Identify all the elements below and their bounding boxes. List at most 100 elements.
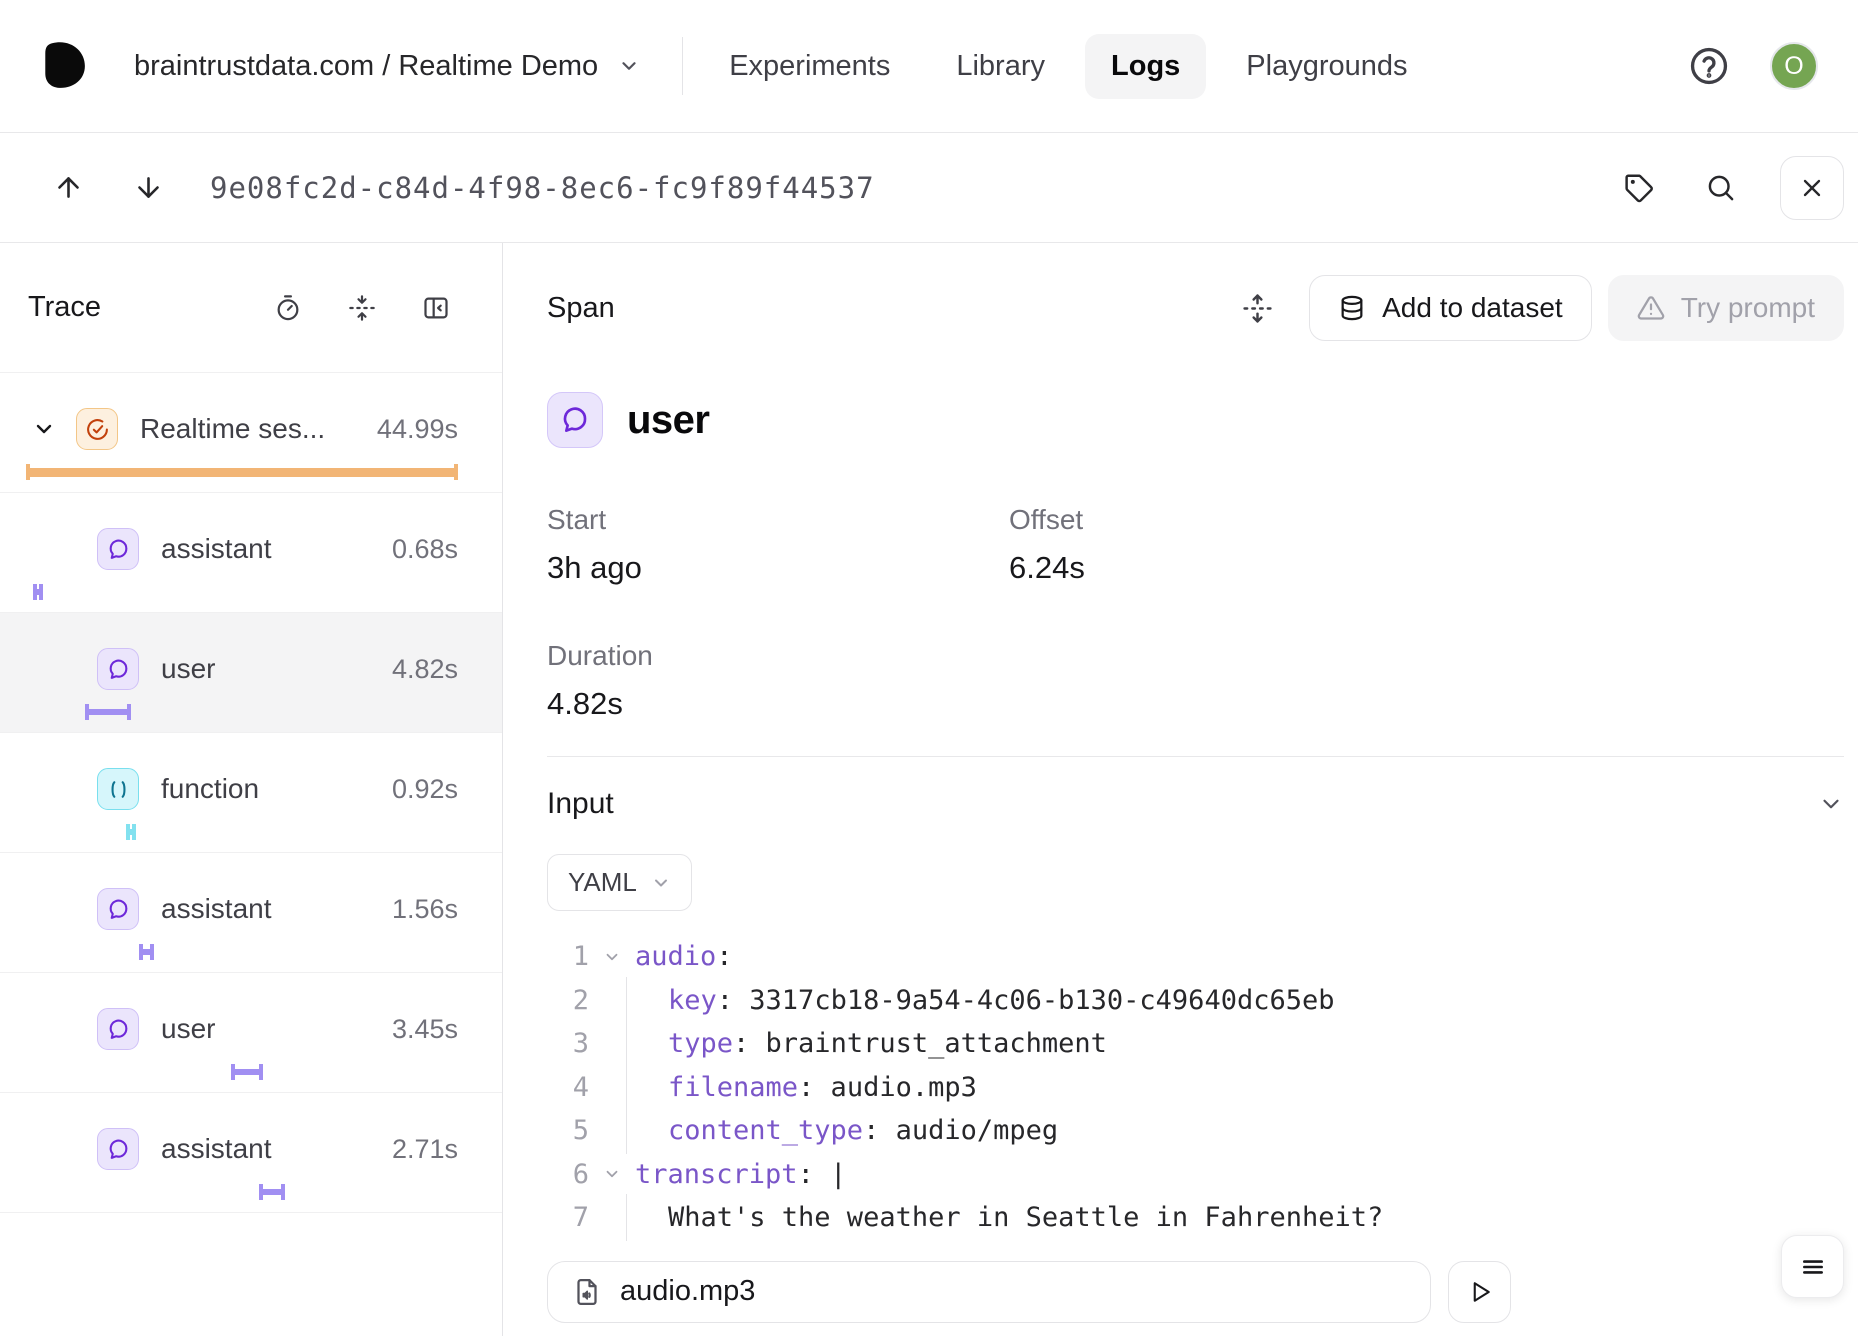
- main-nav: ExperimentsLibraryLogsPlaygrounds: [703, 34, 1433, 99]
- try-prompt-button[interactable]: Try prompt: [1608, 275, 1844, 341]
- attachment-filename: audio.mp3: [620, 1275, 755, 1308]
- span-timeline-track: [0, 1183, 502, 1201]
- fold-chevron-icon[interactable]: [589, 948, 635, 966]
- indent-guide: [626, 1020, 627, 1067]
- line-number: 2: [547, 985, 589, 1016]
- code-text: type: braintrust_attachment: [635, 1028, 1107, 1059]
- fold-chevron-icon[interactable]: [589, 1165, 635, 1183]
- audio-attachment[interactable]: audio.mp3: [547, 1261, 1431, 1323]
- yaml-value: : audio.mp3: [798, 1072, 977, 1103]
- meta-label: Start: [547, 504, 1009, 536]
- format-selector[interactable]: YAML: [547, 854, 692, 911]
- indent-guide: [626, 977, 627, 1024]
- yaml-key: type: [668, 1028, 733, 1059]
- trace-span-row-user[interactable]: user4.82s: [0, 613, 502, 733]
- yaml-key: filename: [668, 1072, 798, 1103]
- span-timeline-bar: [26, 464, 458, 480]
- span-row-name: assistant: [161, 533, 272, 565]
- yaml-key: transcript: [635, 1159, 798, 1190]
- yaml-value: :: [716, 941, 732, 972]
- yaml-value: : 3317cb18-9a54-4c06-b130-c49640dc65eb: [717, 985, 1335, 1016]
- avatar-letter: O: [1784, 52, 1803, 81]
- unfold-vertical-icon: [1242, 293, 1273, 324]
- trace-span-row-assistant[interactable]: assistant 0.68s: [0, 493, 502, 613]
- input-section-title: Input: [547, 787, 614, 821]
- input-section-header: Input: [547, 787, 1844, 821]
- span-timeline-bar: [126, 824, 136, 840]
- nav-link-playgrounds[interactable]: Playgrounds: [1220, 34, 1433, 99]
- search-button[interactable]: [1698, 166, 1742, 210]
- code-text: What's the weather in Seattle in Fahrenh…: [635, 1202, 1383, 1233]
- tag-icon: [1623, 172, 1654, 203]
- span-row-name: Realtime ses...: [140, 413, 325, 445]
- span-meta: Start3h agoOffset6.24sDuration4.82s: [547, 504, 1844, 722]
- span-name: user: [627, 398, 710, 443]
- span-row-label: user4.82s: [0, 645, 458, 693]
- input-code-viewer[interactable]: 1audio:2key: 3317cb18-9a54-4c06-b130-c49…: [547, 935, 1844, 1240]
- meta-value: 6.24s: [1009, 550, 1844, 586]
- next-trace-button[interactable]: [126, 166, 170, 210]
- yaml-key: audio: [635, 941, 716, 972]
- indent-guide: [626, 1107, 627, 1154]
- close-trace-button[interactable]: [1780, 156, 1844, 220]
- span-row-duration: 0.68s: [392, 534, 458, 565]
- project-breadcrumb-label: braintrustdata.com / Realtime Demo: [134, 50, 598, 83]
- chevron-down-icon[interactable]: [32, 417, 56, 441]
- span-panel-title: Span: [547, 292, 615, 325]
- nav-link-logs[interactable]: Logs: [1085, 34, 1206, 99]
- span-row-label: user 3.45s: [0, 1005, 458, 1053]
- chevron-down-icon: [1818, 791, 1844, 817]
- nav-divider: [682, 37, 683, 95]
- span-row-duration: 3.45s: [392, 1014, 458, 1045]
- trace-toolbar: 9e08fc2d-c84d-4f98-8ec6-fc9f89f44537: [0, 133, 1858, 243]
- panel-left-icon: [422, 294, 450, 322]
- span-row-label: assistant1.56s: [0, 885, 458, 933]
- span-row-duration: 44.99s: [377, 414, 458, 445]
- toggle-panel-button[interactable]: [414, 286, 458, 330]
- trace-span-row-function[interactable]: function0.92s: [0, 733, 502, 853]
- play-audio-button[interactable]: [1448, 1261, 1511, 1323]
- span-timeline-track: [0, 463, 502, 481]
- speech-bubble-icon: [547, 392, 603, 448]
- arrow-down-icon: [133, 172, 164, 203]
- trace-span-row-assistant[interactable]: assistant1.56s: [0, 853, 502, 973]
- span-row-duration: 4.82s: [392, 654, 458, 685]
- help-icon[interactable]: [1688, 45, 1730, 87]
- speech-bubble-icon: [97, 1128, 139, 1170]
- line-number: 4: [547, 1072, 589, 1103]
- line-number: 5: [547, 1115, 589, 1146]
- trace-id: 9e08fc2d-c84d-4f98-8ec6-fc9f89f44537: [210, 171, 875, 205]
- meta-value: 4.82s: [547, 686, 1009, 722]
- span-timeline-track: [0, 1063, 502, 1081]
- trace-sidebar: Trace Realtime ses...44.99sassistant0.68…: [0, 243, 503, 1336]
- span-row-duration: 2.71s: [392, 1134, 458, 1165]
- trace-span-row-realtimeses[interactable]: Realtime ses... 44.99s: [0, 373, 502, 493]
- yaml-value: : |: [798, 1159, 847, 1190]
- line-number: 6: [547, 1159, 589, 1190]
- avatar[interactable]: O: [1770, 42, 1818, 90]
- audio-file-icon: [572, 1277, 602, 1307]
- span-row-name: assistant: [161, 1133, 272, 1165]
- add-to-dataset-button[interactable]: Add to dataset: [1309, 275, 1592, 341]
- previous-trace-button[interactable]: [46, 166, 90, 210]
- project-breadcrumb[interactable]: braintrustdata.com / Realtime Demo: [134, 50, 640, 83]
- span-row-name: user: [161, 1013, 215, 1045]
- nav-link-library[interactable]: Library: [930, 34, 1071, 99]
- indent-guide: [626, 1194, 627, 1241]
- line-number: 3: [547, 1028, 589, 1059]
- timer-toggle-button[interactable]: [266, 286, 310, 330]
- collapse-input-button[interactable]: [1818, 791, 1844, 817]
- span-row-label: assistant 2.71s: [0, 1125, 458, 1173]
- database-icon: [1338, 294, 1366, 322]
- code-line-7: 7What's the weather in Seattle in Fahren…: [547, 1196, 1844, 1240]
- collapse-spans-button[interactable]: [340, 286, 384, 330]
- nav-link-experiments[interactable]: Experiments: [703, 34, 916, 99]
- chevron-down-icon: [651, 873, 671, 893]
- tag-button[interactable]: [1616, 166, 1660, 210]
- code-line-6: 6 transcript: |: [547, 1153, 1844, 1197]
- trace-span-row-assistant[interactable]: assistant 2.71s: [0, 1093, 502, 1213]
- expand-sections-button[interactable]: [1235, 286, 1279, 330]
- trace-span-row-user[interactable]: user 3.45s: [0, 973, 502, 1093]
- span-row-label: function0.92s: [0, 765, 458, 813]
- panel-menu-button[interactable]: [1781, 1235, 1844, 1298]
